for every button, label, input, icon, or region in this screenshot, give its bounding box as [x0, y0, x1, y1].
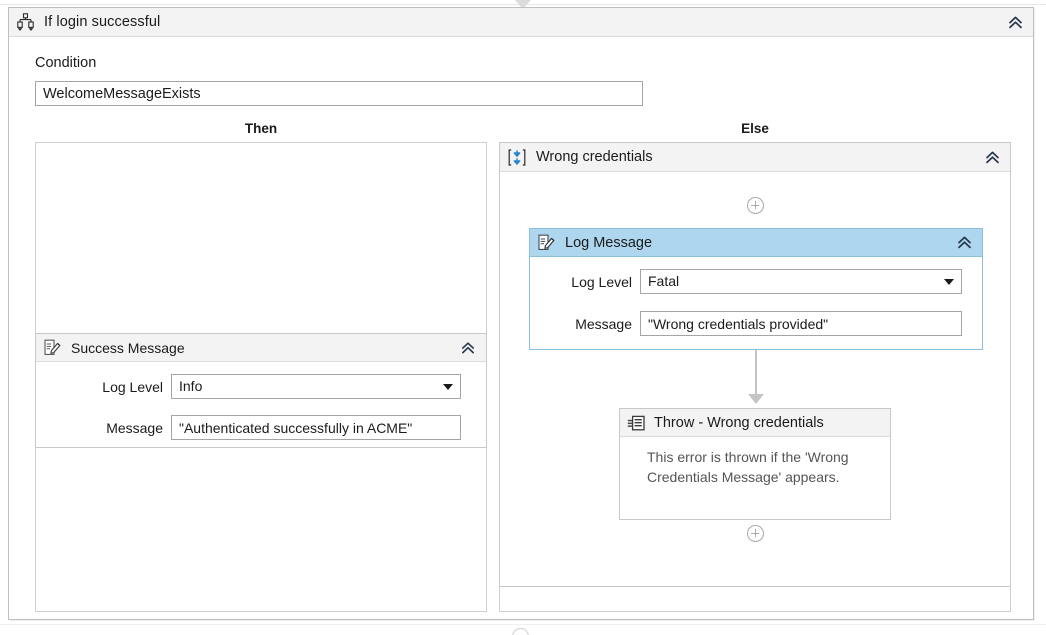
wrong-credentials-sequence-card[interactable]: Wrong credentials Log Message Log Level …: [499, 142, 1011, 587]
log-level-select[interactable]: Fatal: [640, 269, 962, 294]
condition-input[interactable]: [35, 81, 643, 106]
sequence-icon: [507, 148, 527, 167]
log-message-label: Message: [575, 315, 632, 332]
log-message-row: Message: [530, 311, 982, 336]
if-activity-container[interactable]: If login successful Condition Then Else: [8, 7, 1034, 620]
bottom-divider: [0, 624, 1046, 625]
success-message-input[interactable]: [171, 415, 461, 440]
throw-card-description: This error is thrown if the 'Wrong Crede…: [647, 449, 849, 485]
log-message-activity-card[interactable]: Log Message Log Level Fatal Message "Wro…: [529, 228, 983, 350]
log-message-icon: [537, 233, 556, 252]
else-branch-panel[interactable]: Wrong credentials Log Message Log Level …: [499, 142, 1011, 612]
success-log-level-select[interactable]: Info: [171, 374, 461, 399]
wrong-credentials-collapse-icon[interactable]: [983, 148, 1001, 166]
success-message-label: Message: [106, 419, 163, 436]
success-message-card-header[interactable]: Success Message: [36, 334, 486, 362]
chevron-down-icon: [944, 278, 954, 285]
log-level-row: Log Level Fatal: [530, 269, 982, 294]
log-message-icon: [43, 338, 62, 357]
success-log-level-value: Info: [179, 378, 203, 394]
log-message-input[interactable]: [640, 311, 962, 336]
if-activity-collapse-icon[interactable]: [1006, 13, 1024, 31]
log-message-card-header[interactable]: Log Message: [530, 229, 982, 257]
else-branch-label: Else: [741, 121, 769, 136]
add-activity-outer-button[interactable]: [512, 628, 529, 635]
wrong-credentials-header[interactable]: Wrong credentials: [500, 143, 1010, 172]
workflow-designer-canvas: If login successful Condition Then Else: [0, 0, 1046, 635]
throw-card-header[interactable]: Throw - Wrong credentials: [620, 409, 890, 437]
add-activity-top-button[interactable]: [747, 197, 764, 214]
add-activity-bottom-button[interactable]: [747, 525, 764, 542]
success-message-card-body: Log Level Info Message: [36, 374, 486, 440]
sequence-connector-line: [755, 350, 757, 396]
log-level-value: Fatal: [648, 273, 680, 289]
if-activity-header[interactable]: If login successful: [9, 8, 1033, 37]
log-message-collapse-icon[interactable]: [955, 234, 973, 252]
throw-activity-card[interactable]: Throw - Wrong credentials This error is …: [619, 408, 891, 520]
flow-decision-icon: [16, 12, 35, 32]
success-message-card-title: Success Message: [71, 339, 185, 356]
sequence-connector-arrow-icon: [748, 394, 764, 404]
log-message-card-title: Log Message: [565, 234, 653, 251]
condition-label: Condition: [35, 55, 97, 71]
if-activity-title: If login successful: [44, 14, 161, 30]
chevron-down-icon: [443, 383, 453, 390]
then-branch-label: Then: [244, 121, 278, 136]
log-level-label: Log Level: [571, 273, 632, 290]
throw-card-title: Throw - Wrong credentials: [654, 414, 824, 431]
wrong-credentials-title: Wrong credentials: [536, 149, 653, 165]
success-log-level-row: Log Level Info: [36, 374, 486, 399]
throw-icon: [627, 414, 645, 432]
success-message-row: Message: [36, 415, 486, 440]
success-message-collapse-icon[interactable]: [459, 339, 477, 357]
then-branch-panel[interactable]: Success Message Log Level Info Message "…: [35, 142, 487, 612]
success-log-level-label: Log Level: [102, 378, 163, 395]
success-message-activity-card[interactable]: Success Message Log Level Info Message "…: [35, 333, 487, 448]
log-message-card-body: Log Level Fatal Message: [530, 269, 982, 336]
